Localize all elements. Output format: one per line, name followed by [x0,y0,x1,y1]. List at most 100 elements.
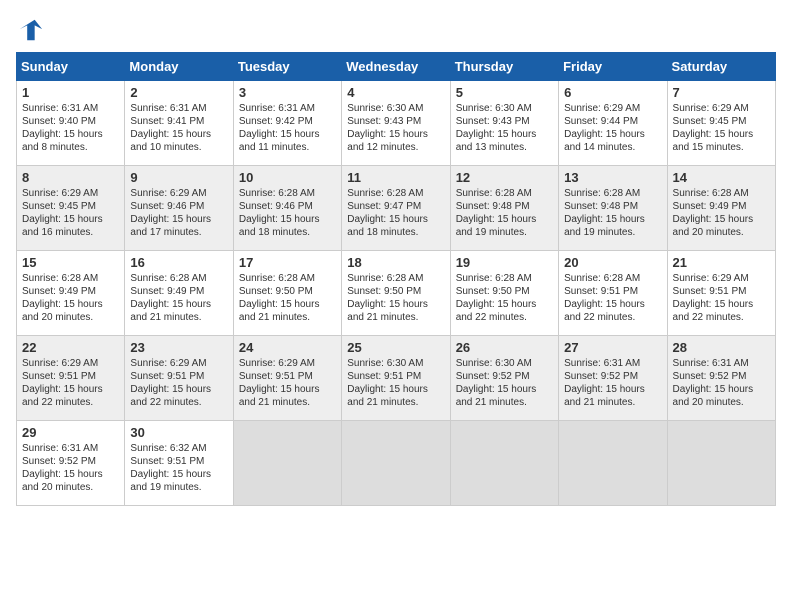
calendar-cell [559,421,667,506]
calendar-week-row: 22 Sunrise: 6:29 AM Sunset: 9:51 PM Dayli… [17,336,776,421]
calendar-table: SundayMondayTuesdayWednesdayThursdayFrid… [16,52,776,506]
cell-content: Sunrise: 6:31 AM Sunset: 9:52 PM Dayligh… [673,358,756,408]
calendar-cell: 6 Sunrise: 6:29 AM Sunset: 9:44 PM Daylig… [559,81,667,166]
day-number: 15 [22,255,119,270]
calendar-cell: 8 Sunrise: 6:29 AM Sunset: 9:45 PM Daylig… [17,166,125,251]
day-number: 11 [347,170,444,185]
day-number: 10 [239,170,336,185]
calendar-cell: 17 Sunrise: 6:28 AM Sunset: 9:50 PM Dayli… [233,251,341,336]
cell-content: Sunrise: 6:28 AM Sunset: 9:48 PM Dayligh… [564,188,647,238]
cell-content: Sunrise: 6:31 AM Sunset: 9:42 PM Dayligh… [239,103,322,153]
day-number: 13 [564,170,661,185]
calendar-cell: 18Sunrise: 6:28 AM Sunset: 9:50 PM Dayli… [342,251,450,336]
day-number: 20 [564,255,661,270]
cell-content: Sunrise: 6:29 AM Sunset: 9:46 PM Dayligh… [130,188,213,238]
calendar-cell: 20 Sunrise: 6:28 AM Sunset: 9:51 PM Dayli… [559,251,667,336]
day-number: 8 [22,170,119,185]
calendar-cell: 15 Sunrise: 6:28 AM Sunset: 9:49 PM Dayli… [17,251,125,336]
cell-content: Sunrise: 6:28 AM Sunset: 9:49 PM Dayligh… [130,273,213,323]
day-number: 28 [673,340,770,355]
calendar-cell [233,421,341,506]
day-number: 21 [673,255,770,270]
cell-content: Sunrise: 6:28 AM Sunset: 9:49 PM Dayligh… [22,273,105,323]
calendar-cell: 29 Sunrise: 6:31 AM Sunset: 9:52 PM Dayli… [17,421,125,506]
calendar-cell [342,421,450,506]
day-number: 30 [130,425,227,440]
day-number: 2 [130,85,227,100]
day-number: 6 [564,85,661,100]
calendar-cell: 9Sunrise: 6:29 AM Sunset: 9:46 PM Daylig… [125,166,233,251]
day-number: 22 [22,340,119,355]
calendar-cell: 5Sunrise: 6:30 AM Sunset: 9:43 PM Daylig… [450,81,558,166]
cell-content: Sunrise: 6:28 AM Sunset: 9:49 PM Dayligh… [673,188,756,238]
cell-content: Sunrise: 6:29 AM Sunset: 9:44 PM Dayligh… [564,103,647,153]
day-number: 24 [239,340,336,355]
calendar-cell: 25 Sunrise: 6:30 AM Sunset: 9:51 PM Dayli… [342,336,450,421]
logo-icon [16,16,44,44]
cell-content: Sunrise: 6:28 AM Sunset: 9:50 PM Dayligh… [239,273,322,323]
calendar-week-row: 8 Sunrise: 6:29 AM Sunset: 9:45 PM Daylig… [17,166,776,251]
logo [16,16,48,44]
calendar-cell: 1 Sunrise: 6:31 AM Sunset: 9:40 PM Daylig… [17,81,125,166]
day-number: 26 [456,340,553,355]
column-header-tuesday: Tuesday [233,53,341,81]
day-number: 7 [673,85,770,100]
cell-content: Sunrise: 6:30 AM Sunset: 9:51 PM Dayligh… [347,358,430,408]
calendar-cell: 28 Sunrise: 6:31 AM Sunset: 9:52 PM Dayli… [667,336,775,421]
calendar-cell: 16 Sunrise: 6:28 AM Sunset: 9:49 PM Dayli… [125,251,233,336]
day-number: 1 [22,85,119,100]
day-number: 14 [673,170,770,185]
calendar-cell: 13 Sunrise: 6:28 AM Sunset: 9:48 PM Dayli… [559,166,667,251]
day-number: 17 [239,255,336,270]
cell-content: Sunrise: 6:28 AM Sunset: 9:46 PM Dayligh… [239,188,322,238]
cell-content: Sunrise: 6:29 AM Sunset: 9:51 PM Dayligh… [130,358,213,408]
header [16,16,776,44]
calendar-cell: 10 Sunrise: 6:28 AM Sunset: 9:46 PM Dayli… [233,166,341,251]
calendar-cell [450,421,558,506]
day-number: 27 [564,340,661,355]
cell-content: Sunrise: 6:31 AM Sunset: 9:52 PM Dayligh… [564,358,647,408]
day-number: 12 [456,170,553,185]
cell-content: Sunrise: 6:29 AM Sunset: 9:45 PM Dayligh… [673,103,756,153]
calendar-cell: 26 Sunrise: 6:30 AM Sunset: 9:52 PM Dayli… [450,336,558,421]
calendar-cell: 24 Sunrise: 6:29 AM Sunset: 9:51 PM Dayli… [233,336,341,421]
cell-content: Sunrise: 6:28 AM Sunset: 9:50 PM Dayligh… [456,273,539,323]
calendar-cell: 11 Sunrise: 6:28 AM Sunset: 9:47 PM Dayli… [342,166,450,251]
calendar-week-row: 29 Sunrise: 6:31 AM Sunset: 9:52 PM Dayli… [17,421,776,506]
cell-content: Sunrise: 6:29 AM Sunset: 9:45 PM Dayligh… [22,188,105,238]
day-number: 29 [22,425,119,440]
column-header-wednesday: Wednesday [342,53,450,81]
day-number: 16 [130,255,227,270]
cell-content: Sunrise: 6:30 AM Sunset: 9:52 PM Dayligh… [456,358,539,408]
calendar-cell: 19Sunrise: 6:28 AM Sunset: 9:50 PM Dayli… [450,251,558,336]
calendar-header-row: SundayMondayTuesdayWednesdayThursdayFrid… [17,53,776,81]
column-header-saturday: Saturday [667,53,775,81]
cell-content: Sunrise: 6:28 AM Sunset: 9:47 PM Dayligh… [347,188,430,238]
calendar-cell: 27 Sunrise: 6:31 AM Sunset: 9:52 PM Dayli… [559,336,667,421]
cell-content: Sunrise: 6:31 AM Sunset: 9:52 PM Dayligh… [22,443,105,493]
cell-content: Sunrise: 6:29 AM Sunset: 9:51 PM Dayligh… [673,273,756,323]
cell-content: Sunrise: 6:29 AM Sunset: 9:51 PM Dayligh… [239,358,322,408]
column-header-monday: Monday [125,53,233,81]
calendar-cell: 22Sunrise: 6:29 AM Sunset: 9:51 PM Dayli… [17,336,125,421]
calendar-cell: 23Sunrise: 6:29 AM Sunset: 9:51 PM Dayli… [125,336,233,421]
column-header-sunday: Sunday [17,53,125,81]
calendar-week-row: 1 Sunrise: 6:31 AM Sunset: 9:40 PM Daylig… [17,81,776,166]
column-header-friday: Friday [559,53,667,81]
cell-content: Sunrise: 6:31 AM Sunset: 9:40 PM Dayligh… [22,103,105,153]
cell-content: Sunrise: 6:28 AM Sunset: 9:51 PM Dayligh… [564,273,647,323]
cell-content: Sunrise: 6:30 AM Sunset: 9:43 PM Dayligh… [347,103,430,153]
cell-content: Sunrise: 6:28 AM Sunset: 9:50 PM Dayligh… [347,273,430,323]
cell-content: Sunrise: 6:32 AM Sunset: 9:51 PM Dayligh… [130,443,213,493]
calendar-cell: 3Sunrise: 6:31 AM Sunset: 9:42 PM Daylig… [233,81,341,166]
day-number: 5 [456,85,553,100]
calendar-cell: 4Sunrise: 6:30 AM Sunset: 9:43 PM Daylig… [342,81,450,166]
cell-content: Sunrise: 6:31 AM Sunset: 9:41 PM Dayligh… [130,103,213,153]
calendar-cell: 30 Sunrise: 6:32 AM Sunset: 9:51 PM Dayli… [125,421,233,506]
calendar-week-row: 15 Sunrise: 6:28 AM Sunset: 9:49 PM Dayli… [17,251,776,336]
column-header-thursday: Thursday [450,53,558,81]
cell-content: Sunrise: 6:28 AM Sunset: 9:48 PM Dayligh… [456,188,539,238]
day-number: 25 [347,340,444,355]
calendar-cell: 7 Sunrise: 6:29 AM Sunset: 9:45 PM Daylig… [667,81,775,166]
calendar-cell: 14 Sunrise: 6:28 AM Sunset: 9:49 PM Dayli… [667,166,775,251]
